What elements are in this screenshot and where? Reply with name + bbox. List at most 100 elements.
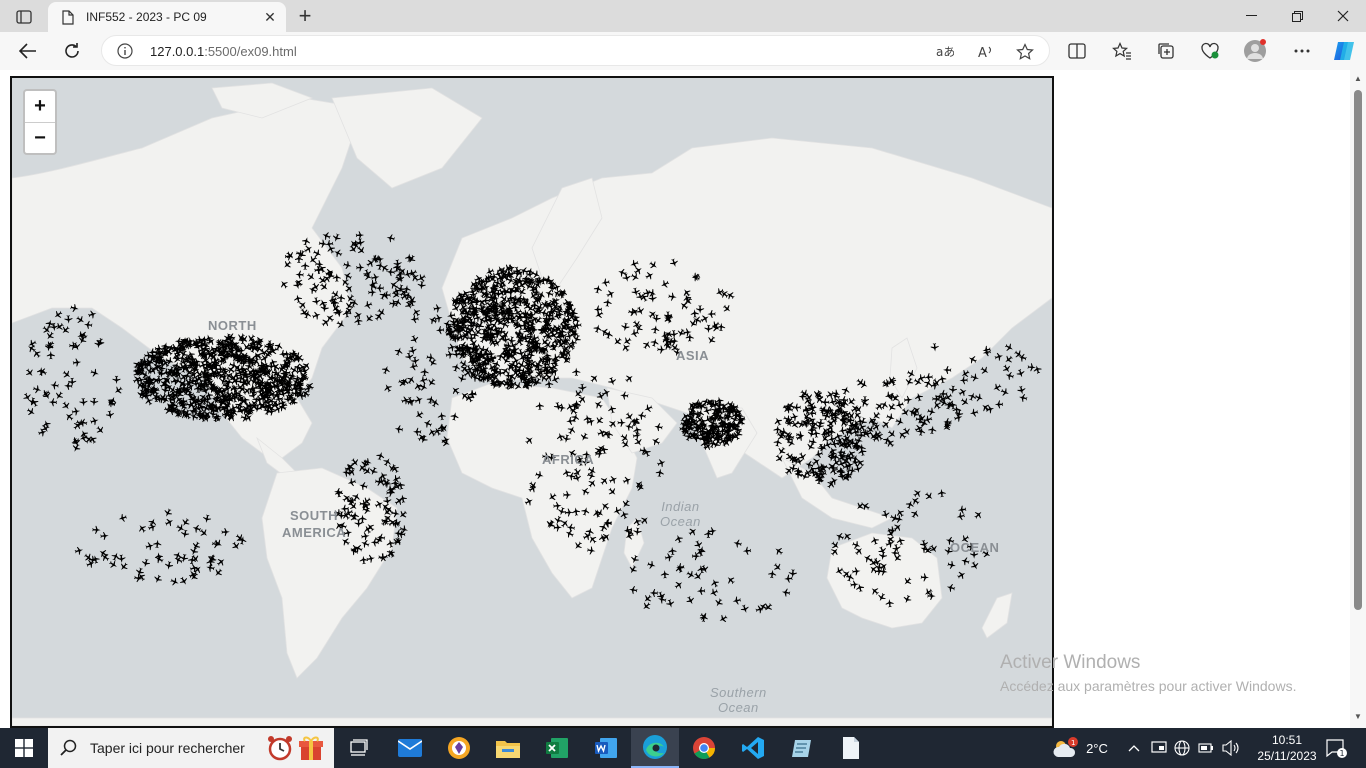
plane-icon <box>409 362 418 371</box>
plane-icon <box>190 413 199 421</box>
plane-icon <box>408 254 416 263</box>
plane-icon <box>118 513 128 522</box>
plane-icon <box>26 407 35 416</box>
chevron-up-icon[interactable] <box>1126 728 1142 768</box>
mail-app-icon[interactable] <box>386 728 434 768</box>
collections-icon[interactable] <box>1151 36 1181 66</box>
close-window-icon[interactable] <box>1320 0 1366 32</box>
favorite-star-icon[interactable] <box>1014 41 1036 63</box>
plane-icon <box>844 533 852 541</box>
alarm-clock-icon[interactable] <box>266 734 294 762</box>
active-tab[interactable]: INF552 - 2023 - PC 09 ✕ <box>48 2 286 32</box>
plane-icon <box>369 279 378 288</box>
plane-icon <box>369 466 378 476</box>
devices-icon[interactable] <box>1149 728 1169 768</box>
plane-icon <box>370 273 380 282</box>
favorites-icon[interactable] <box>1107 36 1137 66</box>
clock-time: 10:51 <box>1271 733 1303 747</box>
plane-icon <box>957 505 967 514</box>
plane-icon <box>153 539 162 549</box>
windows-start-icon[interactable] <box>0 728 48 768</box>
plane-icon <box>411 356 420 365</box>
edge-browser-icon[interactable] <box>631 728 679 768</box>
plane-icon <box>742 546 752 555</box>
plane-icon <box>660 570 669 579</box>
world-map[interactable]: + − NORTH ASIA AFRICA SOUTH AMERICA Indi… <box>10 76 1054 728</box>
tab-actions-icon[interactable] <box>10 6 38 28</box>
plane-icon <box>911 510 919 519</box>
close-tab-icon[interactable]: ✕ <box>258 5 282 29</box>
minimize-icon[interactable] <box>1228 0 1274 32</box>
volume-icon[interactable] <box>1220 728 1242 768</box>
scroll-thumb[interactable] <box>1354 90 1362 610</box>
word-icon[interactable] <box>582 728 630 768</box>
zoom-out-button[interactable]: − <box>25 122 55 153</box>
plane-icon <box>970 373 979 382</box>
taskbar-search[interactable]: Taper ici pour rechercher <box>48 728 334 768</box>
plane-icon <box>928 425 937 435</box>
address-bar[interactable]: 127.0.0.1:5500/ex09.html aあ A <box>101 35 1050 66</box>
scroll-down-icon[interactable]: ▼ <box>1353 712 1363 722</box>
translate-icon[interactable]: aあ <box>934 41 956 63</box>
plane-icon <box>71 407 81 416</box>
plane-icon <box>164 508 173 517</box>
system-clock[interactable]: 10:51 25/11/2023 <box>1254 732 1320 764</box>
page-scrollbar[interactable]: ▲ ▼ <box>1350 70 1366 728</box>
plane-icon <box>429 358 437 367</box>
profile-avatar[interactable] <box>1240 36 1270 66</box>
plane-icon <box>784 574 793 583</box>
more-menu-icon[interactable] <box>1287 36 1317 66</box>
plane-icon <box>99 550 108 558</box>
plane-icon <box>699 613 708 623</box>
plane-icon <box>170 577 179 586</box>
notification-icon[interactable]: 1 <box>1322 728 1352 768</box>
plane-icon <box>105 410 114 419</box>
chrome-icon[interactable] <box>680 728 728 768</box>
task-view-icon[interactable] <box>336 728 384 768</box>
plane-icon <box>437 411 446 421</box>
split-screen-icon[interactable] <box>1062 36 1092 66</box>
plane-icon <box>974 511 982 519</box>
site-info-icon[interactable] <box>116 42 134 60</box>
gift-icon[interactable] <box>298 734 324 762</box>
plane-icon <box>775 548 783 555</box>
document-icon[interactable] <box>827 728 875 768</box>
plane-icon <box>96 337 105 347</box>
zoom-in-button[interactable]: + <box>25 91 55 122</box>
file-explorer-icon[interactable] <box>484 728 532 768</box>
plane-icon <box>25 368 33 377</box>
restore-icon[interactable] <box>1274 0 1320 32</box>
label-ocean: OCEAN <box>950 540 1000 555</box>
new-tab-icon[interactable]: + <box>292 3 318 28</box>
plane-icon <box>139 525 146 533</box>
notes-app-icon[interactable] <box>778 728 826 768</box>
browser-essentials-icon[interactable] <box>1195 36 1225 66</box>
scroll-up-icon[interactable]: ▲ <box>1353 74 1363 84</box>
weather-widget[interactable]: 1 2°C <box>1044 728 1116 768</box>
plane-icon <box>208 554 217 564</box>
plane-icon <box>969 408 979 417</box>
plane-icon <box>94 339 103 349</box>
read-aloud-icon[interactable]: A <box>975 41 997 63</box>
plane-icon <box>192 524 202 533</box>
excel-icon[interactable] <box>533 728 581 768</box>
brave-browser-icon[interactable] <box>435 728 483 768</box>
plane-icon <box>96 426 104 434</box>
map-tiles <box>12 82 1052 726</box>
plane-icon <box>428 378 436 386</box>
plane-icon <box>343 261 352 270</box>
search-placeholder: Taper ici pour rechercher <box>90 740 245 756</box>
back-icon[interactable] <box>13 36 43 66</box>
label-southern-ocean: Southern Ocean <box>710 685 767 715</box>
globe-network-icon[interactable] <box>1172 728 1192 768</box>
plane-icon <box>993 383 1002 391</box>
plane-icon <box>386 234 396 243</box>
plane-icon <box>375 255 384 264</box>
refresh-icon[interactable] <box>57 36 87 66</box>
plane-icon <box>413 427 422 436</box>
plane-icon <box>92 525 101 534</box>
power-battery-icon[interactable] <box>1196 728 1216 768</box>
plane-icon <box>74 546 84 555</box>
copilot-icon[interactable] <box>1329 36 1359 66</box>
vscode-icon[interactable] <box>729 728 777 768</box>
